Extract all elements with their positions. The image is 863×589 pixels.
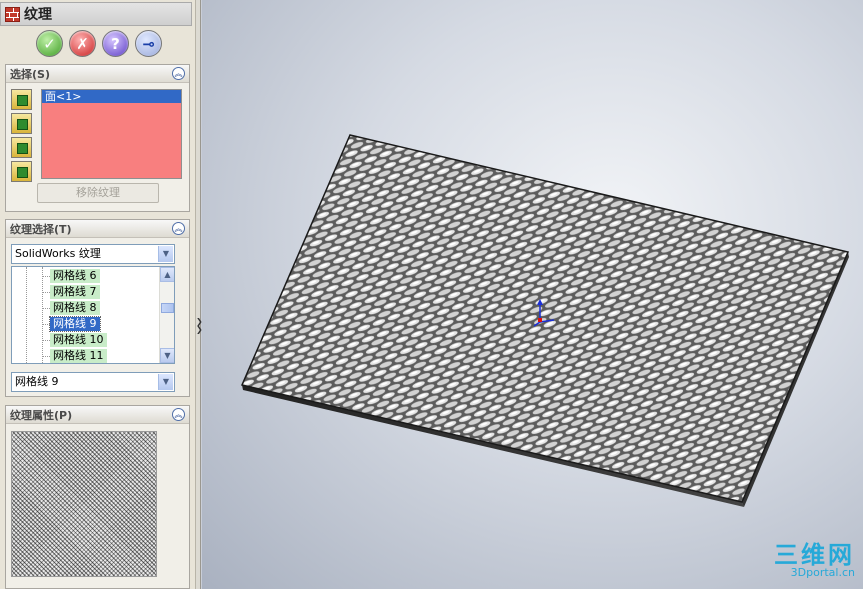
chevron-down-icon[interactable]: ▼	[158, 246, 173, 262]
remove-texture-button[interactable]: 移除纹理	[37, 183, 159, 203]
current-texture-dropdown[interactable]: 网格线 9 ▼	[11, 372, 175, 392]
tree-branch	[42, 292, 50, 293]
selection-group-title: 选择(S)	[10, 67, 50, 81]
collapse-icon[interactable]: ︽	[172, 408, 185, 421]
texture-select-title: 纹理选择(T)	[10, 222, 72, 236]
texture-library-dropdown[interactable]: SolidWorks 纹理 ▼	[11, 244, 175, 264]
select-face-icon[interactable]	[11, 89, 32, 110]
brick-texture-icon	[5, 6, 20, 22]
tree-branch	[42, 308, 50, 309]
watermark-logo: 三维网	[774, 541, 855, 569]
graphics-viewport[interactable]: 三维网 3Dportal.cn	[202, 0, 863, 589]
pin-icon: ⊸	[142, 34, 155, 53]
chevron-down-icon[interactable]: ▼	[158, 374, 173, 390]
selection-filter-icons	[11, 89, 32, 182]
panel-splitter[interactable]: ❯ ❯	[196, 0, 203, 589]
help-button[interactable]: ?	[102, 30, 129, 57]
property-manager: 纹理 ✓ ✗ ? ⊸ 选择(S) ︽ 面<1> 移除纹理 纹理选择(T) ︽ S…	[0, 0, 196, 589]
texture-library-value: SolidWorks 纹理	[15, 247, 101, 260]
tree-scrollbar[interactable]: ▲ ▼	[159, 267, 174, 363]
tree-guide	[42, 267, 43, 363]
texture-preview-swatch	[11, 431, 157, 577]
ok-icon: ✓	[43, 34, 56, 53]
texture-props-title: 纹理属性(P)	[10, 408, 73, 422]
texture-props-group: 纹理属性(P) ︽	[5, 405, 190, 589]
pin-button[interactable]: ⊸	[135, 30, 162, 57]
texture-tree[interactable]: 网格线 6 网格线 7 网格线 8 网格线 9 网格线 10 网格线 11 ▲ ▼	[11, 266, 175, 364]
action-buttons: ✓ ✗ ? ⊸	[36, 30, 162, 57]
site-watermark: 三维网 3Dportal.cn	[774, 543, 855, 579]
ok-button[interactable]: ✓	[36, 30, 63, 57]
tree-item[interactable]: 网格线 10	[50, 333, 107, 347]
textured-plate	[240, 134, 850, 507]
collapse-icon[interactable]: ︽	[172, 67, 185, 80]
select-part-icon[interactable]	[11, 161, 32, 182]
selection-group: 选择(S) ︽ 面<1> 移除纹理	[5, 64, 190, 212]
select-body-icon[interactable]	[11, 137, 32, 158]
tree-item[interactable]: 网格线 8	[50, 301, 100, 315]
current-texture-value: 网格线 9	[15, 375, 59, 388]
tree-branch	[42, 356, 50, 357]
cancel-button[interactable]: ✗	[69, 30, 96, 57]
selection-group-header[interactable]: 选择(S) ︽	[6, 65, 189, 83]
help-icon: ?	[111, 34, 120, 53]
splitter-grip-icon[interactable]: ❯ ❯	[196, 318, 203, 334]
selected-faces-list[interactable]: 面<1>	[41, 89, 182, 179]
texture-select-group: 纹理选择(T) ︽ SolidWorks 纹理 ▼ 网格线 6 网格线 7 网格线 …	[5, 219, 190, 397]
texture-select-header[interactable]: 纹理选择(T) ︽	[6, 220, 189, 238]
plate-surface	[240, 134, 850, 503]
cancel-icon: ✗	[76, 34, 89, 53]
select-feature-icon[interactable]	[11, 113, 32, 134]
tree-item[interactable]: 网格线 9	[49, 316, 101, 332]
tree-item[interactable]: 网格线 6	[50, 269, 100, 283]
scroll-up-icon[interactable]: ▲	[160, 267, 174, 282]
tree-item[interactable]: 网格线 7	[50, 285, 100, 299]
scroll-thumb[interactable]	[161, 303, 174, 313]
tree-branch	[42, 324, 50, 325]
list-item[interactable]: 面<1>	[42, 90, 181, 103]
panel-title-bar: 纹理	[0, 2, 192, 26]
texture-props-header[interactable]: 纹理属性(P) ︽	[6, 406, 189, 424]
collapse-icon[interactable]: ︽	[172, 222, 185, 235]
tree-guide	[26, 267, 27, 363]
panel-title: 纹理	[24, 7, 52, 23]
scroll-down-icon[interactable]: ▼	[160, 348, 174, 363]
tree-item[interactable]: 网格线 11	[50, 349, 107, 363]
tree-branch	[42, 340, 50, 341]
tree-branch	[42, 276, 50, 277]
